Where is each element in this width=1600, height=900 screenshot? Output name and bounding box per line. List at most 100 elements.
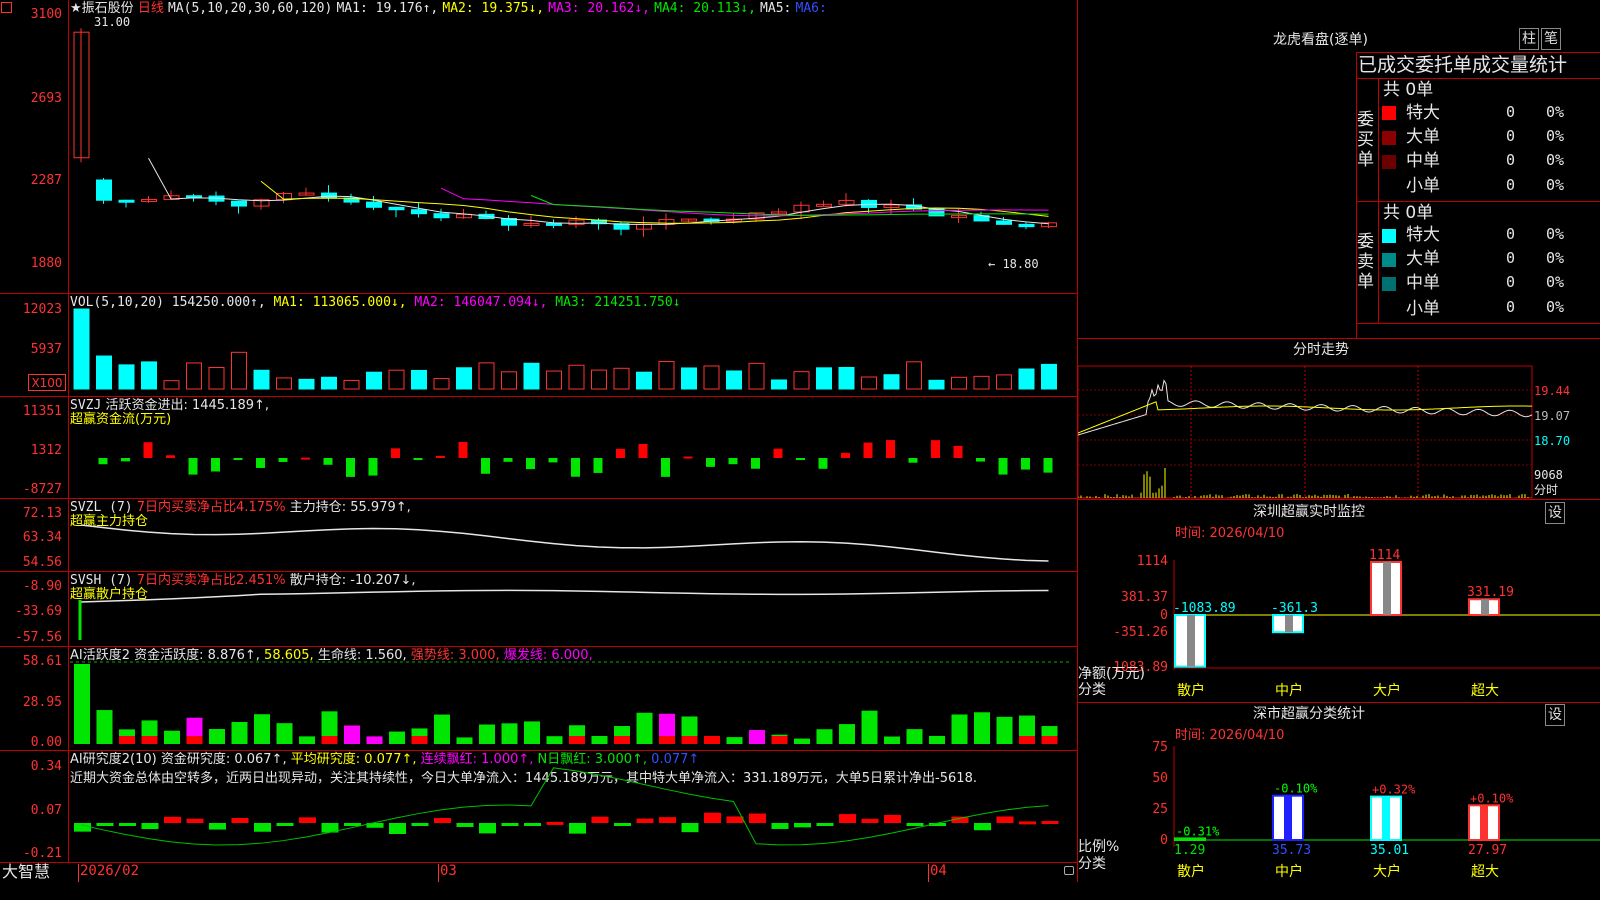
buy-total: 共 0单 xyxy=(1383,80,1434,100)
chart-area[interactable]: 3100 2693 2287 1880 12023 5937 X100 1135… xyxy=(0,0,1078,882)
buy-row-name: 小单 xyxy=(1406,176,1440,196)
ai1-bar-base xyxy=(141,736,158,744)
ai1-bar xyxy=(906,729,923,744)
vol-bar xyxy=(501,371,517,390)
candle-body xyxy=(996,220,1012,225)
vol-bar xyxy=(186,362,202,390)
svzj-bar xyxy=(121,458,130,462)
ai2-bar xyxy=(524,823,541,826)
buy-row-pct: 0% xyxy=(1546,103,1565,121)
vol-bar xyxy=(771,379,787,390)
svzj-bar xyxy=(368,458,378,476)
ai2-bar xyxy=(614,823,631,826)
vol-bar xyxy=(636,371,652,390)
classify-panel: 深市超赢分类统计 设 时间: 2026/04/10 75 50 25 0 -0.… xyxy=(1078,702,1600,900)
ai2-bar xyxy=(861,818,879,823)
svzj-bar xyxy=(773,448,783,458)
vol-bar xyxy=(118,364,135,390)
ai2-bar xyxy=(209,823,226,830)
lhb-panel: 龙虎看盘(逐单) 柱 笔 已成交委托单成交量统计 委买单 共 0单 委卖单 共 … xyxy=(1078,0,1600,338)
monitor-value-label: -1083.89 xyxy=(1173,601,1236,616)
buy-side-label: 委买单 xyxy=(1357,110,1374,170)
classify-value-label: 35.01 xyxy=(1370,843,1409,858)
vol-bar xyxy=(478,362,495,390)
ai1-bar xyxy=(74,664,90,744)
monitor-cat: 散户 xyxy=(1177,683,1205,699)
ai1-bar xyxy=(929,735,945,744)
ai2-bar xyxy=(681,823,699,833)
svzj-bar xyxy=(278,458,288,462)
tick-mode-button[interactable]: 笔 xyxy=(1541,28,1561,50)
monitor-cat: 大户 xyxy=(1373,683,1401,699)
vol-bar xyxy=(883,374,900,390)
intraday-ylabel: 19.44 xyxy=(1534,384,1571,398)
svzj-bar xyxy=(998,458,1008,475)
ai1-bar xyxy=(974,712,990,744)
vol-bar xyxy=(613,367,630,390)
monitor-bar-shade xyxy=(1285,615,1293,633)
candle-body xyxy=(388,206,405,211)
ai2-bar xyxy=(479,823,496,834)
ai2-bar xyxy=(74,823,91,832)
svzj-bar xyxy=(143,442,153,458)
lock-icon[interactable] xyxy=(1064,866,1074,875)
ai1-bar xyxy=(96,710,113,744)
ai1-bar-base xyxy=(1019,736,1035,744)
bar-mode-button[interactable]: 柱 xyxy=(1519,28,1539,50)
candle-body xyxy=(433,213,450,219)
ai1-bar xyxy=(726,737,743,744)
monitor-chart[interactable]: -1083.89 -361.3 1114 331.19 xyxy=(1078,500,1600,702)
ai1-bar xyxy=(344,725,360,744)
vol-bar xyxy=(838,366,855,390)
vol-bar xyxy=(546,370,562,390)
svzj-bar xyxy=(481,458,490,474)
xaxis-label: 04 xyxy=(930,863,947,879)
svzj-bar xyxy=(436,455,445,458)
svzj-bar xyxy=(503,458,513,462)
intraday-panel[interactable]: 分时走势 19.44 19.07 18.70 9068 分时 xyxy=(1078,338,1600,500)
svzj-bar xyxy=(1021,458,1030,470)
sell-total: 共 0单 xyxy=(1383,203,1434,223)
ai1-bar xyxy=(389,731,405,744)
classify-change-label: -0.10% xyxy=(1274,782,1318,796)
ai2-bar xyxy=(546,821,564,825)
buy-row-name: 大单 xyxy=(1406,127,1440,147)
svzj-bar xyxy=(413,458,423,460)
buy-row-count: 0 xyxy=(1506,127,1516,145)
vol-bar xyxy=(793,371,810,390)
ai2-bar xyxy=(276,823,294,826)
indicator-charts[interactable] xyxy=(0,0,1076,882)
svzj-bar xyxy=(953,445,963,458)
ai2-bar xyxy=(569,823,586,834)
svzj-bar xyxy=(796,458,805,460)
vol-bar xyxy=(996,374,1012,390)
vol-bar xyxy=(208,366,225,390)
intraday-chart[interactable] xyxy=(1078,363,1600,500)
ai1-bar xyxy=(951,714,968,744)
lhb-title: 龙虎看盘(逐单) xyxy=(1273,32,1368,48)
classify-value-label: 27.97 xyxy=(1468,843,1507,858)
vol-bar xyxy=(523,362,540,390)
xaxis-label: 03 xyxy=(440,863,457,879)
ai2-bar xyxy=(186,818,204,823)
candle-body xyxy=(96,179,112,201)
sell-color-swatch xyxy=(1382,229,1396,243)
classify-value-label: 35.73 xyxy=(1272,843,1311,858)
classify-value-label: 1.29 xyxy=(1174,843,1205,858)
buy-color-swatch xyxy=(1382,155,1396,169)
monitor-cat: 超大 xyxy=(1471,683,1499,699)
ai1-bar xyxy=(839,724,855,744)
ai2-line xyxy=(80,767,1049,846)
ai2-bar xyxy=(501,823,519,826)
app-name: 大智慧 xyxy=(2,862,51,881)
sell-row-count: 0 xyxy=(1506,225,1516,243)
ai2-bar xyxy=(839,814,856,823)
buy-row-pct: 0% xyxy=(1546,151,1565,169)
classify-chart[interactable]: -0.31% 1.29 -0.10% 35.73 +0.32% 35.01 +0.10% 27… xyxy=(1078,702,1600,900)
buy-row-pct: 0% xyxy=(1546,176,1565,194)
candle-body xyxy=(321,192,337,199)
svzj-bar xyxy=(616,448,625,458)
ai1-bar xyxy=(456,737,473,744)
svzj-bar xyxy=(346,458,355,477)
vol-bar xyxy=(816,367,832,390)
